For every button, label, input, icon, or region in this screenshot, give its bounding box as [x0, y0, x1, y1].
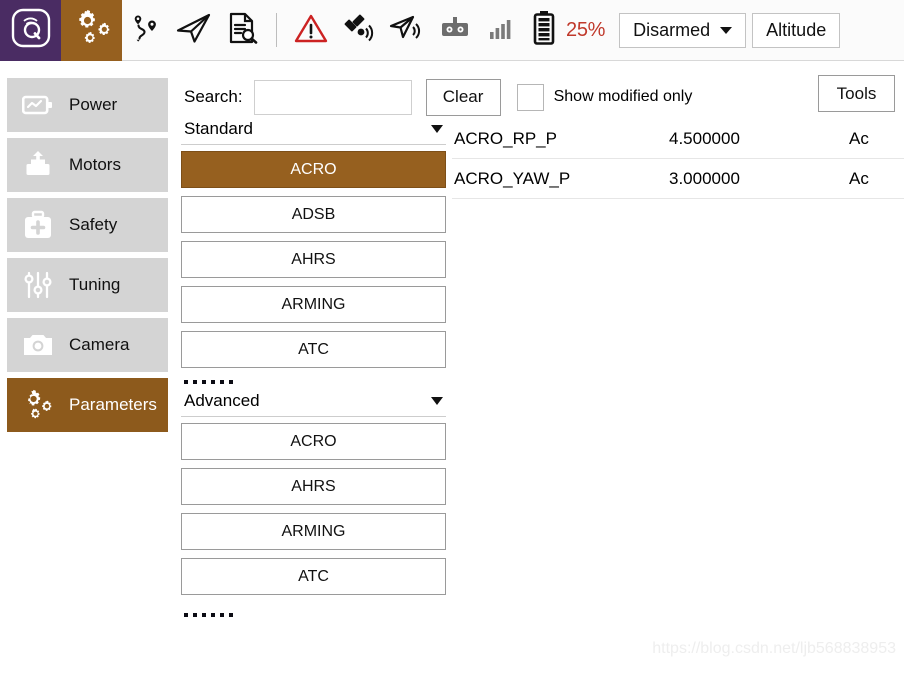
- search-label: Search:: [184, 87, 243, 106]
- parameter-group-list: Standard ACRO ADSB AHRS ARMING ATC Advan…: [181, 119, 446, 676]
- parameter-name: ACRO_RP_P: [454, 128, 557, 148]
- top-toolbar: 25% Disarmed Altitude: [0, 0, 904, 61]
- qgroundcontrol-logo-icon: [11, 8, 51, 53]
- show-modified-only-label: Show modified only: [553, 88, 693, 105]
- sidebar-item-power[interactable]: Power: [7, 78, 168, 132]
- group-button-label: ATC: [298, 567, 329, 585]
- arm-state-label: Disarmed: [633, 19, 711, 40]
- group-button-label: ARMING: [281, 522, 346, 540]
- first-aid-kit-icon: [21, 208, 55, 242]
- sidebar-item-parameters[interactable]: Parameters: [7, 378, 168, 432]
- sidebar-item-motors[interactable]: Motors: [7, 138, 168, 192]
- show-modified-only-checkbox[interactable]: [516, 83, 544, 111]
- arm-state-dropdown[interactable]: Disarmed: [619, 12, 747, 48]
- table-row[interactable]: ACRO_YAW_P 3.000000 Ac: [452, 159, 904, 199]
- battery-indicator[interactable]: [527, 0, 561, 61]
- gps-status-button[interactable]: [335, 0, 383, 61]
- signal-bars-icon: [489, 15, 517, 46]
- signal-strength-indicator[interactable]: [479, 0, 527, 61]
- sidebar-item-label: Power: [69, 95, 118, 114]
- parameter-table: ACRO_RP_P 4.500000 Ac ACRO_YAW_P 3.00000…: [452, 119, 904, 676]
- motor-icon: [21, 148, 55, 182]
- satellite-icon: [341, 12, 377, 49]
- warning-triangle-icon: [294, 12, 328, 49]
- group-button-atc-standard[interactable]: ATC: [181, 331, 446, 368]
- sidebar-item-label: Parameters: [69, 395, 157, 414]
- tools-button[interactable]: Tools: [818, 75, 895, 112]
- sidebar-item-safety[interactable]: Safety: [7, 198, 168, 252]
- vehicle-setup-sidebar: Power Motors Safety Tuning Camera Parame…: [0, 61, 175, 676]
- battery-icon: [532, 10, 556, 51]
- group-button-label: ARMING: [281, 295, 346, 313]
- group-button-label: ADSB: [291, 205, 336, 223]
- battery-percentage: 25%: [566, 18, 606, 41]
- vehicle-setup-button[interactable]: [61, 0, 122, 61]
- clear-button[interactable]: Clear: [425, 78, 501, 116]
- group-button-arming-standard[interactable]: ARMING: [181, 286, 446, 323]
- vehicle-telemetry-button[interactable]: [383, 0, 431, 61]
- advanced-group-more-dots: [181, 603, 446, 624]
- group-button-adsb-standard[interactable]: ADSB: [181, 196, 446, 233]
- group-button-ahrs-standard[interactable]: AHRS: [181, 241, 446, 278]
- standard-group-header[interactable]: Standard: [181, 119, 446, 145]
- chevron-down-icon: [431, 397, 443, 405]
- fly-button[interactable]: [170, 0, 218, 61]
- parameter-description: Ac: [849, 168, 869, 188]
- advanced-group-header[interactable]: Advanced: [181, 391, 446, 417]
- group-button-label: ATC: [298, 340, 329, 358]
- camera-icon: [21, 328, 55, 362]
- plan-button[interactable]: [122, 0, 170, 61]
- group-button-atc-advanced[interactable]: ATC: [181, 558, 446, 595]
- sidebar-item-camera[interactable]: Camera: [7, 318, 168, 372]
- group-button-label: ACRO: [290, 432, 337, 450]
- parameters-panel: Search: Clear Show modified only Tools S…: [175, 61, 904, 676]
- sidebar-item-label: Camera: [69, 335, 130, 354]
- sidebar-item-label: Safety: [69, 215, 118, 234]
- analyze-button[interactable]: [218, 0, 266, 61]
- parameter-value: 3.000000: [669, 168, 740, 188]
- search-input[interactable]: [253, 79, 412, 115]
- toolbar-divider: [276, 13, 277, 47]
- parameter-name: ACRO_YAW_P: [454, 168, 571, 188]
- group-button-acro-advanced[interactable]: ACRO: [181, 423, 446, 460]
- standard-group-more-dots: [181, 376, 446, 391]
- gears-icon: [21, 388, 55, 422]
- vehicle-paper-plane-signal-icon: [389, 13, 425, 48]
- advanced-group-label: Advanced: [184, 391, 260, 410]
- standard-group-label: Standard: [184, 119, 253, 138]
- group-button-label: ACRO: [290, 160, 337, 178]
- group-button-arming-advanced[interactable]: ARMING: [181, 513, 446, 550]
- flight-mode-dropdown[interactable]: Altitude: [752, 12, 841, 48]
- sidebar-item-label: Tuning: [69, 275, 121, 294]
- rc-status-button[interactable]: [431, 0, 479, 61]
- parameter-value: 4.500000: [669, 128, 740, 148]
- chevron-down-icon: [720, 26, 733, 34]
- rc-controller-icon: [438, 14, 472, 47]
- parameter-description: Ac: [849, 128, 869, 148]
- fly-paper-plane-icon: [175, 12, 213, 49]
- sidebar-item-tuning[interactable]: Tuning: [7, 258, 168, 312]
- group-button-acro-standard[interactable]: ACRO: [181, 151, 446, 188]
- table-row[interactable]: ACRO_RP_P 4.500000 Ac: [452, 119, 904, 159]
- battery-power-icon: [21, 88, 55, 122]
- group-button-label: AHRS: [291, 477, 336, 495]
- analyze-document-search-icon: [225, 11, 259, 50]
- group-button-ahrs-advanced[interactable]: AHRS: [181, 468, 446, 505]
- sidebar-item-label: Motors: [69, 155, 121, 174]
- plan-waypoints-icon: [128, 11, 164, 50]
- group-button-label: AHRS: [291, 250, 336, 268]
- sliders-icon: [21, 268, 55, 302]
- gears-icon: [71, 9, 113, 52]
- qgroundcontrol-logo-button[interactable]: [0, 0, 61, 61]
- chevron-down-icon: [431, 125, 443, 133]
- parameter-controls-row: Search: Clear Show modified only Tools: [175, 61, 904, 119]
- vehicle-messages-button[interactable]: [287, 0, 335, 61]
- flight-mode-label: Altitude: [766, 19, 827, 40]
